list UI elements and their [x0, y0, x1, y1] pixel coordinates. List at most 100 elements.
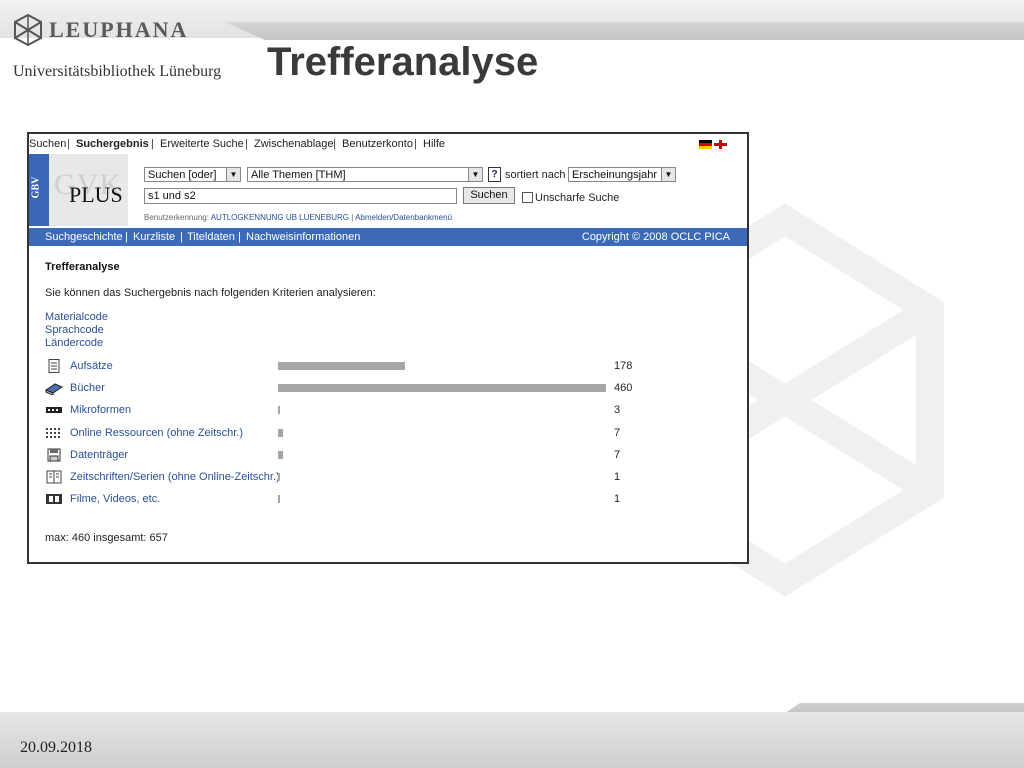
nav-benutzerkonto-link[interactable]: Benutzerkonto	[342, 138, 413, 150]
disk-icon	[45, 448, 63, 462]
laendercode-link[interactable]: Ländercode	[45, 337, 103, 349]
logo-subtitle: Universitätsbibliothek Lüneburg	[13, 63, 222, 80]
analysis-row: Bücher 460	[44, 381, 735, 397]
analysis-row-label[interactable]: Bücher	[70, 382, 105, 394]
nav-erweiterte-suche-link[interactable]: Erweiterte Suche	[160, 138, 244, 150]
nav-zwischenablage-link[interactable]: Zwischenablage	[254, 138, 334, 150]
analysis-row: Filme, Videos, etc. 1	[45, 492, 735, 508]
analysis-row-count: 460	[614, 382, 633, 395]
film-icon	[45, 492, 63, 506]
analysis-row-label[interactable]: Online Ressourcen (ohne Zeitschr.)	[70, 427, 243, 439]
analysis-bar	[278, 362, 405, 370]
book-icon	[44, 381, 64, 396]
help-button[interactable]: ?	[488, 167, 501, 182]
materialcode-link[interactable]: Materialcode	[45, 311, 108, 323]
search-input[interactable]: s1 und s2	[144, 188, 457, 204]
top-navigation: Suchen | Suchergebnis | Erweiterte Suche…	[29, 134, 747, 154]
leuphana-mark-icon	[14, 13, 42, 47]
slide-footer-band	[0, 712, 1024, 768]
analysis-row: Datenträger 7	[45, 448, 735, 464]
fuzzy-search-checkbox[interactable]	[522, 192, 533, 203]
bar-separator: |	[125, 231, 128, 243]
chevron-down-icon: ▼	[226, 168, 240, 181]
english-flag-icon[interactable]	[714, 140, 727, 149]
slide-date: 20.09.2018	[20, 739, 92, 756]
analysis-row: Mikroformen 3	[45, 403, 735, 419]
nav-separator: |	[414, 138, 417, 150]
analysis-bar-track	[278, 450, 608, 459]
analysis-row-label[interactable]: Filme, Videos, etc.	[70, 493, 160, 505]
bar-separator: |	[238, 231, 241, 243]
nachweisinformationen-link[interactable]: Nachweisinformationen	[246, 231, 360, 243]
chevron-down-icon: ▼	[468, 168, 482, 181]
logout-link[interactable]: Abmelden/Datenbankmenü	[355, 213, 452, 222]
analysis-bar	[278, 384, 606, 393]
nav-separator: |	[245, 138, 248, 150]
analysis-row: Online Ressourcen (ohne Zeitschr.) 7	[45, 426, 735, 442]
login-info: Benutzerkennung: AUTLOGKENNUNG UB LUENEB…	[144, 213, 452, 222]
login-user-link[interactable]: AUTLOGKENNUNG UB LUENEBURG	[211, 213, 349, 222]
nav-separator: |	[67, 138, 70, 150]
sorted-by-label: sortiert nach	[505, 169, 566, 181]
nav-separator: |	[333, 138, 336, 150]
analysis-title: Trefferanalyse	[45, 261, 120, 273]
kurzliste-link[interactable]: Kurzliste	[133, 231, 175, 243]
analysis-intro: Sie können das Suchergebnis nach folgend…	[45, 287, 376, 299]
analysis-bar-track	[278, 495, 608, 504]
opac-screenshot: Suchen | Suchergebnis | Erweiterte Suche…	[27, 132, 749, 564]
analysis-bar	[278, 495, 280, 504]
slide-header-wedge	[225, 22, 1024, 40]
login-separator: |	[351, 213, 354, 222]
suchgeschichte-link[interactable]: Suchgeschichte	[45, 231, 123, 243]
journal-icon	[45, 470, 63, 484]
online-resource-icon	[45, 426, 63, 440]
analysis-row-count: 178	[614, 360, 633, 372]
chevron-down-icon: ▼	[661, 168, 675, 181]
microform-icon	[45, 403, 63, 417]
sprachcode-link[interactable]: Sprachcode	[45, 324, 104, 336]
analysis-row: Zeitschriften/Serien (ohne Online-Zeitsc…	[45, 470, 735, 486]
german-flag-icon[interactable]	[699, 140, 712, 149]
analysis-row: Aufsätze 178	[45, 359, 735, 375]
nav-suchergebnis-link[interactable]: Suchergebnis	[76, 138, 149, 150]
bar-separator: |	[180, 231, 183, 243]
analysis-bar-track	[278, 428, 608, 437]
article-icon	[45, 359, 63, 373]
analysis-bar	[278, 450, 283, 459]
leuphana-logo: LEUPHANA	[13, 13, 188, 47]
analysis-row-label[interactable]: Aufsätze	[70, 360, 113, 372]
analysis-row-count: 1	[614, 493, 621, 506]
themes-select[interactable]: Alle Themen [THM] ▼	[247, 167, 483, 182]
analysis-row-count: 3	[614, 404, 621, 417]
analysis-row-label[interactable]: Mikroformen	[70, 404, 131, 416]
analysis-bar	[278, 473, 280, 481]
gvk-plus-logo: GBV GVK PLUS	[29, 154, 128, 226]
nav-suchen-link[interactable]: Suchen	[29, 138, 66, 150]
search-mode-select[interactable]: Suchen [oder] ▼	[144, 167, 241, 182]
analysis-bar	[278, 428, 283, 437]
analysis-row-count: 1	[614, 471, 621, 483]
plus-wordmark: PLUS	[69, 182, 123, 207]
copyright-text: Copyright © 2008 OCLC PICA	[581, 231, 730, 243]
analysis-bar-track	[278, 406, 608, 415]
analysis-row-label[interactable]: Zeitschriften/Serien (ohne Online-Zeitsc…	[70, 471, 280, 483]
analysis-row-count: 7	[614, 426, 621, 439]
language-flags	[699, 140, 727, 149]
slide-title: Trefferanalyse	[267, 40, 539, 84]
logo-wordmark: LEUPHANA	[49, 17, 189, 42]
gbv-strip: GBV	[29, 154, 49, 226]
titeldaten-link[interactable]: Titeldaten	[187, 231, 235, 243]
nav-separator: |	[151, 138, 154, 150]
analysis-bar-track	[278, 473, 608, 481]
login-label: Benutzerkennung:	[144, 213, 209, 222]
result-navigation-bar: Suchgeschichte | Kurzliste | Titeldaten …	[29, 228, 747, 246]
analysis-bar	[278, 406, 280, 415]
fuzzy-search-label: Unscharfe Suche	[535, 192, 620, 204]
search-button[interactable]: Suchen	[463, 187, 515, 204]
analysis-summary: max: 460 insgesamt: 657	[45, 532, 168, 544]
analysis-row-label[interactable]: Datenträger	[70, 449, 128, 461]
analysis-row-count: 7	[614, 448, 621, 461]
sort-select[interactable]: Erscheinungsjahr ▼	[568, 167, 676, 182]
nav-hilfe-link[interactable]: Hilfe	[423, 138, 445, 150]
analysis-bar-track	[278, 362, 608, 370]
